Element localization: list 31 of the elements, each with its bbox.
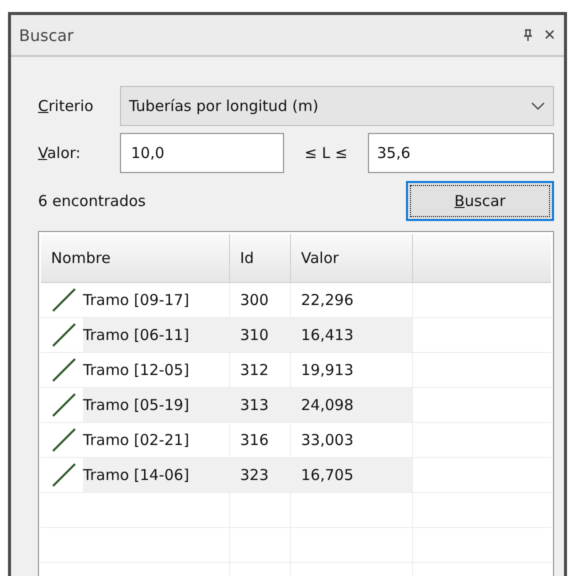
table-cell-text: Tramo [02-21] [83,430,190,451]
table-cell: 16,413 [301,326,354,344]
table-cell: Tramo [14-06] [83,458,229,492]
table-cell: Tramo [06-11] [83,318,229,352]
criterio-label: Criterio [38,97,94,115]
table-cell: 24,098 [301,396,354,414]
table-cell: 323 [240,466,269,484]
table-cell: 22,296 [301,291,354,309]
table-cell: 300 [240,291,269,309]
table-cell: 310 [240,326,269,344]
column-header[interactable]: Id [230,234,291,282]
max-value-field[interactable]: 35,6 [368,133,554,173]
table-cell-text: Tramo [09-17] [83,290,190,311]
table-cell: 313 [240,396,269,414]
table-cell: 316 [240,431,269,449]
table-cell-text: Tramo [12-05] [83,360,190,381]
valor-label: Valor: [38,144,82,162]
column-header[interactable]: Nombre [41,234,230,282]
table-cell: 33,003 [301,431,354,449]
close-button[interactable]: ✕ [543,26,556,44]
table-cell: Tramo [05-19] [83,388,229,422]
table-cell: 16,705 [301,466,354,484]
table-cell: 19,913 [301,361,354,379]
search-button[interactable]: Buscar [406,181,554,221]
min-value-field[interactable]: 10,0 [120,133,284,173]
column-header[interactable]: Valor [291,234,413,282]
criterio-dropdown[interactable]: Tuberías por longitud (m) [120,86,554,126]
result-count: 6 encontrados [38,192,146,210]
window-title: Buscar [19,26,75,44]
table-cell: 312 [240,361,269,379]
relation-label: ≤ L ≤ [303,144,349,162]
